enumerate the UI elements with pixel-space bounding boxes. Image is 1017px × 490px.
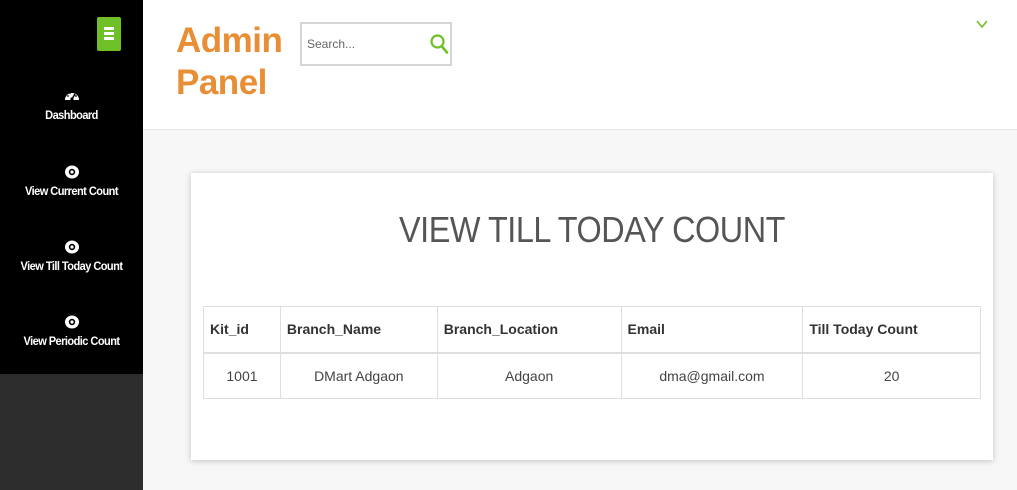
chevron-down-icon[interactable]	[975, 18, 989, 30]
eye-icon	[64, 240, 79, 254]
count-table: Kit_id Branch_Name Branch_Location Email…	[203, 306, 981, 399]
cell-till-today-count: 20	[802, 352, 981, 399]
sidebar-item-view-till-today-count[interactable]: View Till Today Count	[0, 239, 143, 273]
sidebar-nav: Dashboard View Current Count View Till T…	[0, 0, 143, 374]
hamburger-icon	[104, 27, 114, 30]
content-card: VIEW TILL TODAY COUNT Kit_id Branch_Name…	[191, 173, 993, 460]
search-icon[interactable]	[429, 33, 449, 55]
cell-kit-id: 1001	[203, 352, 281, 399]
eye-icon	[64, 165, 79, 179]
cell-email: dma@gmail.com	[620, 352, 804, 399]
page-title: VIEW TILL TODAY COUNT	[398, 209, 786, 250]
cell-branch-location: Adgaon	[436, 352, 622, 399]
column-header-till-today-count: Till Today Count	[802, 306, 981, 354]
column-header-email: Email	[620, 306, 804, 354]
sidebar-item-label: View Till Today Count	[20, 259, 123, 273]
menu-toggle-button[interactable]	[97, 17, 121, 51]
sidebar-item-view-periodic-count[interactable]: View Periodic Count	[0, 314, 143, 348]
app-title: Admin Panel	[176, 20, 283, 104]
dashboard-icon	[64, 92, 79, 101]
table-row: 1001 DMart Adgaon Adgaon dma@gmail.com 2…	[203, 352, 981, 399]
cell-branch-name: DMart Adgaon	[279, 352, 438, 399]
search-box	[300, 22, 452, 66]
header: Admin Panel	[143, 0, 1017, 130]
column-header-kit-id: Kit_id	[203, 306, 281, 354]
sidebar-item-label: View Current Count	[25, 184, 118, 198]
hamburger-icon-line	[104, 37, 114, 40]
sidebar-item-label: View Periodic Count	[23, 334, 120, 348]
table-header-row: Kit_id Branch_Name Branch_Location Email…	[203, 306, 981, 354]
sidebar-item-dashboard[interactable]: Dashboard	[0, 88, 143, 122]
sidebar-item-view-current-count[interactable]: View Current Count	[0, 164, 143, 198]
eye-icon	[64, 315, 79, 329]
column-header-branch-location: Branch_Location	[436, 306, 622, 354]
app-title-line1: Admin	[176, 21, 283, 60]
search-input[interactable]	[307, 34, 422, 54]
column-header-branch-name: Branch_Name	[279, 306, 438, 354]
sidebar-item-label: Dashboard	[45, 108, 98, 122]
sidebar: Dashboard View Current Count View Till T…	[0, 0, 143, 490]
app-title-line2: Panel	[176, 63, 267, 102]
hamburger-icon-line	[104, 32, 114, 35]
